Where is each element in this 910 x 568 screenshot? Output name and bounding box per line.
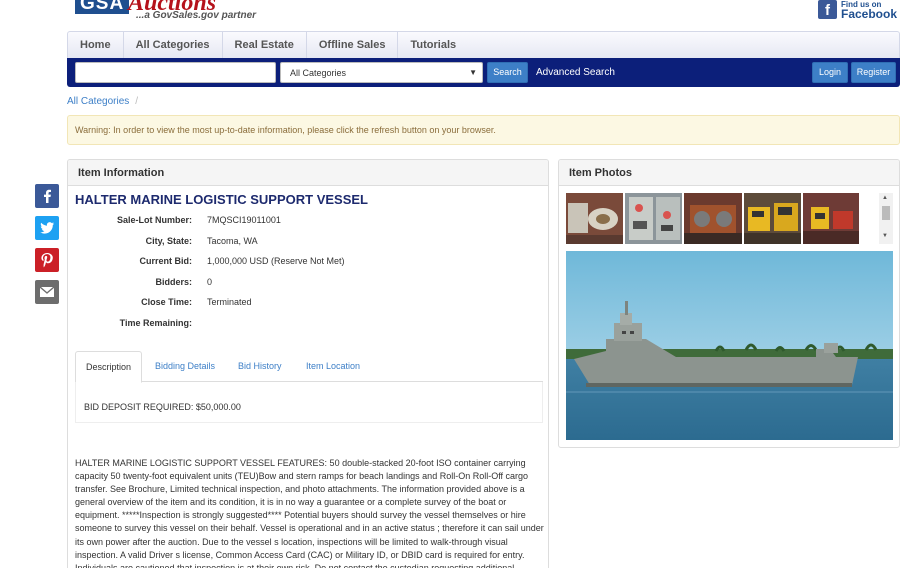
breadcrumb: All Categories / — [67, 96, 138, 107]
register-button[interactable]: Register — [851, 62, 896, 83]
item-photos-heading: Item Photos — [559, 160, 899, 186]
item-description: HALTER MARINE LOGISTIC SUPPORT VESSEL FE… — [75, 458, 544, 568]
breadcrumb-all-categories[interactable]: All Categories — [67, 96, 129, 107]
facebook-link[interactable]: f Find us on Facebook — [818, 0, 898, 21]
photo-thumbnail[interactable] — [624, 193, 683, 244]
breadcrumb-separator: / — [135, 96, 139, 107]
pinterest-icon — [41, 253, 53, 268]
bid-deposit-text: BID DEPOSIT REQUIRED: $50,000.00 — [84, 402, 241, 412]
nav-all-categories[interactable]: All Categories — [124, 32, 223, 58]
facebook-name-text: Facebook — [841, 7, 898, 21]
photo-thumbnail[interactable] — [743, 193, 802, 244]
current-bid-label: Current Bid: — [139, 256, 193, 266]
sale-lot-label: Sale-Lot Number: — [116, 215, 192, 225]
nav-home[interactable]: Home — [68, 32, 124, 58]
logo-gsa-mark: GSA — [75, 0, 130, 14]
category-select-value: All Categories — [290, 68, 347, 78]
share-email-button[interactable] — [35, 280, 59, 304]
category-select[interactable]: All Categories ▼ — [280, 62, 483, 83]
item-information-panel: Item Information HALTER MARINE LOGISTIC … — [67, 159, 549, 568]
twitter-icon — [40, 222, 55, 234]
facebook-icon: f — [818, 0, 837, 19]
item-title: HALTER MARINE LOGISTIC SUPPORT VESSEL — [75, 192, 369, 207]
login-button[interactable]: Login — [812, 62, 848, 83]
nav-offline-sales[interactable]: Offline Sales — [307, 32, 399, 58]
photo-thumbnail[interactable] — [684, 193, 742, 244]
tab-bidding-details[interactable]: Bidding Details — [155, 351, 215, 382]
search-input[interactable] — [75, 62, 276, 83]
nav-real-estate[interactable]: Real Estate — [223, 32, 307, 58]
advanced-search-link[interactable]: Advanced Search — [536, 62, 615, 83]
nav-tutorials[interactable]: Tutorials — [398, 32, 468, 58]
tab-item-location[interactable]: Item Location — [306, 351, 360, 382]
item-tabs: Description Bidding Details Bid History … — [75, 351, 543, 383]
scroll-up-icon[interactable]: ▲ — [882, 195, 888, 201]
time-remaining-label: Time Remaining: — [119, 318, 192, 328]
sale-lot-value: 7MQSCI19011001 — [207, 215, 281, 225]
logo-tagline: ...a GovSales.gov partner — [136, 10, 257, 21]
main-nav: Home All Categories Real Estate Offline … — [67, 31, 900, 58]
photo-thumbnail-strip — [566, 193, 859, 244]
search-button[interactable]: Search — [487, 62, 528, 83]
facebook-icon — [44, 189, 51, 203]
bidders-label: Bidders: — [155, 277, 192, 287]
thumbnail-scrollbar[interactable]: ▲ ▼ — [879, 193, 893, 244]
refresh-warning-alert: Warning: In order to view the most up-to… — [67, 115, 900, 145]
tab-description[interactable]: Description — [75, 351, 142, 383]
email-icon — [39, 286, 55, 297]
scroll-down-icon[interactable]: ▼ — [882, 233, 888, 239]
city-state-label: City, State: — [145, 236, 192, 246]
share-twitter-button[interactable] — [35, 216, 59, 240]
share-facebook-button[interactable] — [35, 184, 59, 208]
close-time-label: Close Time: — [141, 297, 192, 307]
photo-thumbnail[interactable] — [566, 193, 623, 244]
dropdown-arrow-icon: ▼ — [469, 68, 477, 77]
gsa-auctions-logo[interactable]: GSA Auctions ...a GovSales.gov partner — [75, 0, 275, 22]
main-item-photo[interactable] — [566, 251, 893, 440]
current-bid-value: 1,000,000 USD (Reserve Not Met) — [207, 256, 345, 266]
item-photos-panel: Item Photos ▲ ▼ — [558, 159, 900, 448]
tab-bid-history[interactable]: Bid History — [238, 351, 282, 382]
city-state-value: Tacoma, WA — [207, 236, 258, 246]
description-tab-content: BID DEPOSIT REQUIRED: $50,000.00 — [75, 382, 543, 423]
search-bar: All Categories ▼ Search Advanced Search … — [67, 58, 900, 87]
share-pinterest-button[interactable] — [35, 248, 59, 272]
photo-thumbnail[interactable] — [803, 193, 859, 244]
close-time-value: Terminated — [207, 297, 252, 307]
scrollbar-thumb[interactable] — [882, 206, 890, 220]
item-information-heading: Item Information — [68, 160, 548, 186]
bidders-value: 0 — [207, 277, 213, 287]
